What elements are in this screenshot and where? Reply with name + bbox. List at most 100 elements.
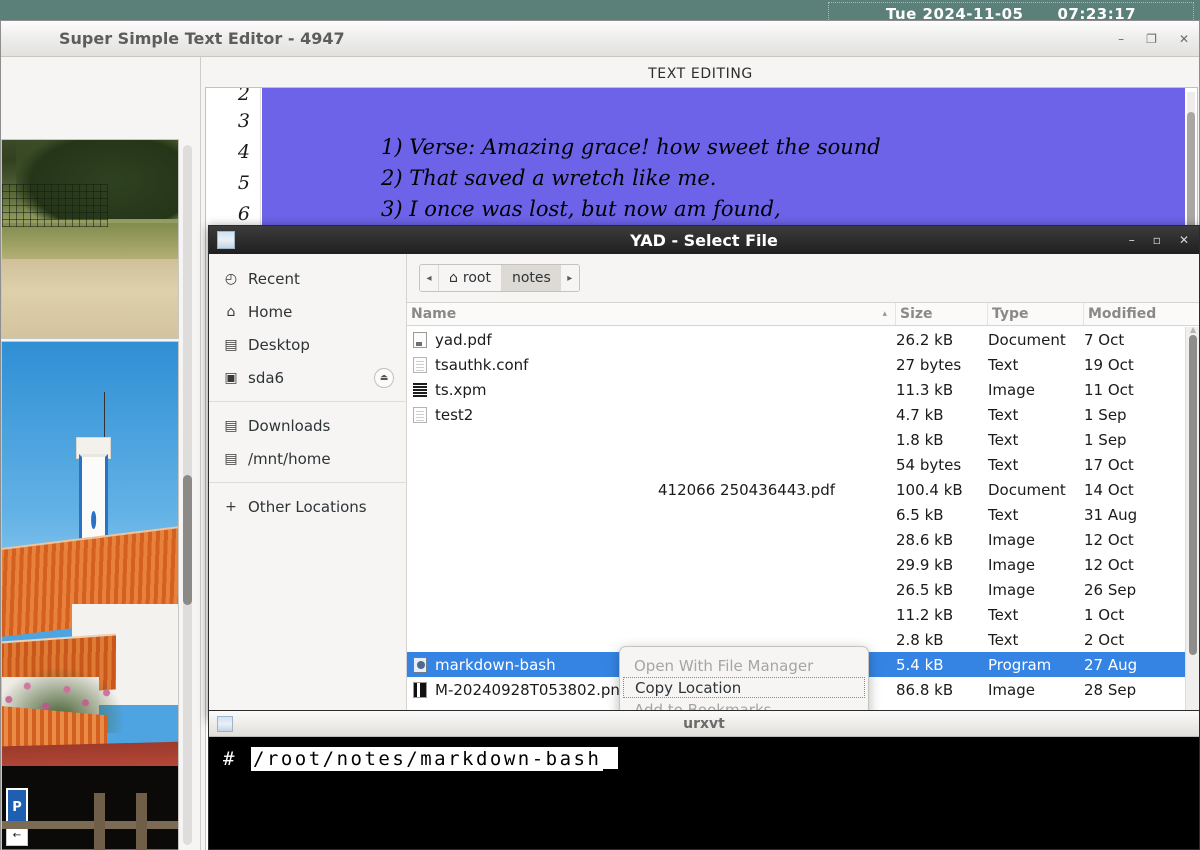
file-modified-cell: 17 Oct — [1084, 455, 1134, 474]
scroll-up-icon[interactable]: ▲ — [1190, 325, 1196, 334]
file-size-cell: 54 bytes — [896, 455, 962, 474]
table-row[interactable]: 6.5 kB Text 31 Aug — [407, 502, 1185, 527]
folder-icon: ▤ — [224, 450, 238, 467]
table-row[interactable]: 54 bytes Text 17 Oct — [407, 452, 1185, 477]
sidebar-item-label: Other Locations — [248, 497, 367, 516]
minimize-icon[interactable]: – — [1129, 233, 1135, 247]
menu-item-copy-location[interactable]: Copy Location — [623, 677, 865, 698]
photo-alentejo-house: P ← — [1, 341, 179, 850]
folder-icon: ▤ — [224, 417, 238, 434]
column-header-modified[interactable]: Modified — [1084, 303, 1184, 325]
editor-titlebar[interactable]: Super Simple Text Editor - 4947 – ❐ ✕ — [1, 21, 1199, 57]
file-size-cell: 5.4 kB — [896, 655, 944, 674]
file-modified-cell: 19 Oct — [1084, 355, 1134, 374]
file-size-cell: 100.4 kB — [896, 480, 963, 499]
file-name-label: ts.xpm — [435, 380, 487, 399]
table-row[interactable]: yad.pdf 26.2 kB Document 7 Oct — [407, 327, 1185, 352]
table-row[interactable]: 28.6 kB Image 12 Oct — [407, 527, 1185, 552]
column-header-name[interactable]: Name ▴ — [407, 303, 896, 325]
close-icon[interactable]: ✕ — [1179, 32, 1189, 46]
table-row[interactable]: 11.2 kB Text 1 Oct — [407, 602, 1185, 627]
table-row[interactable]: tsauthk.conf 27 bytes Text 19 Oct — [407, 352, 1185, 377]
photo-dirt-road — [1, 139, 179, 339]
file-type-cell: Image — [988, 530, 1035, 549]
image-pane-scroll-thumb[interactable] — [183, 475, 192, 605]
file-type-cell: Text — [988, 455, 1019, 474]
file-size-cell: 26.2 kB — [896, 330, 954, 349]
breadcrumb-item-root[interactable]: ⌂ root — [438, 265, 501, 291]
file-size-cell: 6.5 kB — [896, 505, 944, 524]
table-row[interactable]: 1.8 kB Text 1 Sep — [407, 427, 1185, 452]
terminal-screen[interactable]: # /root/notes/markdown-bash — [209, 737, 1199, 771]
sidebar-item-label: Downloads — [248, 416, 331, 435]
file-modified-cell: 1 Sep — [1084, 405, 1127, 424]
photo-antenna — [104, 392, 106, 443]
file-size-cell: 27 bytes — [896, 355, 962, 374]
file-modified-cell: 12 Oct — [1084, 555, 1134, 574]
yad-title: YAD - Select File — [630, 230, 778, 250]
prog-file-icon — [413, 656, 427, 673]
breadcrumb-back-icon[interactable]: ◂ — [420, 265, 438, 291]
minimize-icon[interactable]: – — [1118, 32, 1124, 46]
file-type-cell: Document — [988, 480, 1066, 499]
file-name-cell: ts.xpm — [407, 381, 896, 399]
sidebar-item-sda6[interactable]: ▣ sda6 ⏏ — [209, 361, 406, 394]
column-header-size[interactable]: Size — [896, 303, 988, 325]
table-row[interactable]: 29.9 kB Image 12 Oct — [407, 552, 1185, 577]
terminal-command-line: /root/notes/markdown-bash — [250, 747, 619, 771]
document-text[interactable]: 1) Verse: Amazing grace! how sweet the s… — [381, 132, 1179, 225]
file-type-cell: Text — [988, 630, 1019, 649]
eject-icon[interactable]: ⏏ — [374, 367, 394, 388]
file-list-scroll-thumb[interactable] — [1189, 335, 1197, 655]
sidebar-item-mnt-home[interactable]: ▤ /mnt/home — [209, 442, 406, 475]
file-size-cell: 11.2 kB — [896, 605, 954, 624]
sort-ascending-icon: ▴ — [882, 309, 887, 319]
file-modified-cell: 12 Oct — [1084, 530, 1134, 549]
file-type-cell: Text — [988, 605, 1019, 624]
table-row[interactable]: 26.5 kB Image 26 Sep — [407, 577, 1185, 602]
sidebar-item-label: Home — [248, 302, 293, 321]
txt-file-icon — [413, 356, 427, 373]
file-name-cell: yad.pdf — [407, 331, 896, 349]
maximize-icon[interactable]: ▫ — [1153, 233, 1161, 247]
file-type-cell: Image — [988, 380, 1035, 399]
table-row[interactable]: 412066 250436443.pdf 100.4 kB Document 14 O… — [407, 477, 1185, 502]
file-list-header: Name ▴ Size Type Modified — [407, 302, 1199, 326]
breadcrumb-forward-icon[interactable]: ▸ — [560, 265, 579, 291]
sidebar-item-desktop[interactable]: ▤ Desktop — [209, 328, 406, 361]
sidebar-item-home[interactable]: ⌂ Home — [209, 295, 406, 328]
file-modified-cell: 2 Oct — [1084, 630, 1125, 649]
folder-icon: ▤ — [224, 336, 238, 353]
terminal-titlebar[interactable]: urxvt — [209, 711, 1199, 737]
yad-select-file-dialog: YAD - Select File – ▫ ✕ ◴ Recent ⌂ Home … — [208, 225, 1200, 850]
column-header-type[interactable]: Type — [988, 303, 1084, 325]
table-row[interactable]: ts.xpm 11.3 kB Image 11 Oct — [407, 377, 1185, 402]
breadcrumb: ◂ ⌂ root notes ▸ — [419, 264, 580, 292]
terminal-cursor — [603, 747, 619, 769]
file-list-scrollbar[interactable]: ▲ — [1185, 325, 1199, 720]
sidebar-item-downloads[interactable]: ▤ Downloads — [209, 409, 406, 442]
sidebar-divider — [209, 401, 406, 402]
file-modified-cell: 1 Oct — [1084, 605, 1125, 624]
sidebar-item-recent[interactable]: ◴ Recent — [209, 262, 406, 295]
yad-titlebar[interactable]: YAD - Select File – ▫ ✕ — [209, 226, 1199, 254]
txt-file-icon — [413, 406, 427, 423]
file-modified-cell: 14 Oct — [1084, 480, 1134, 499]
file-name-label: M-20240928T053802.png — [435, 680, 630, 699]
maximize-icon[interactable]: ❐ — [1146, 32, 1157, 46]
line-number: 5 — [237, 172, 250, 194]
file-name-label: tsauthk.conf — [435, 355, 529, 374]
image-pane-scrollbar[interactable] — [183, 145, 192, 845]
file-name-label: yad.pdf — [435, 330, 492, 349]
photo-wire-fence — [2, 183, 108, 228]
column-label: Modified — [1088, 306, 1157, 322]
table-row[interactable]: test2 4.7 kB Text 1 Sep — [407, 402, 1185, 427]
column-label: Size — [900, 306, 933, 322]
breadcrumb-item-notes[interactable]: notes — [500, 265, 561, 291]
sidebar-item-label: /mnt/home — [248, 449, 331, 468]
sidebar-item-other-locations[interactable]: + Other Locations — [209, 490, 406, 523]
file-size-cell: 26.5 kB — [896, 580, 954, 599]
line-number: 2 — [237, 88, 250, 105]
menu-item-open-with-file-manager[interactable]: Open With File Manager — [620, 654, 868, 677]
close-icon[interactable]: ✕ — [1179, 233, 1189, 247]
